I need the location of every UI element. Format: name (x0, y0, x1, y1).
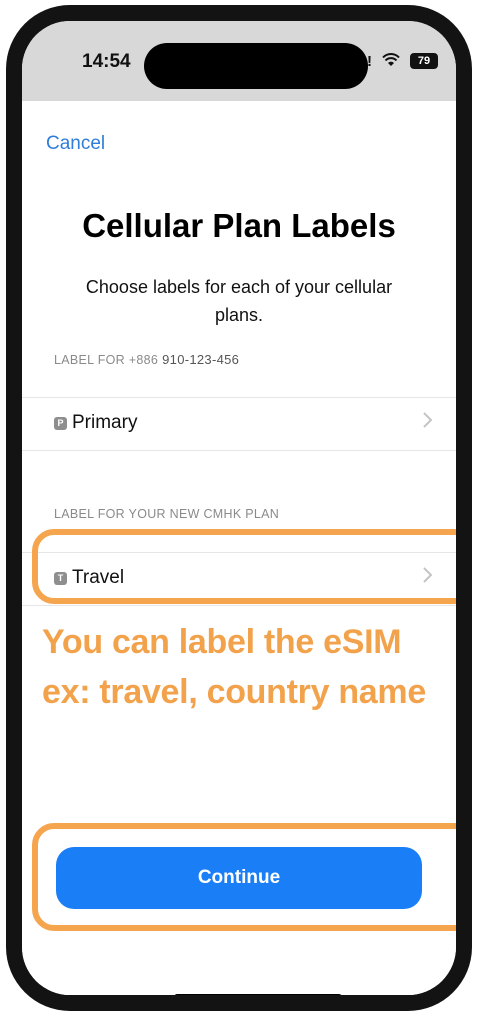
battery-icon: 79 (410, 53, 438, 69)
page-subtitle: Choose labels for each of your cellular … (85, 277, 393, 325)
page-title: Cellular Plan Labels (82, 207, 396, 244)
section-header-text: LABEL FOR +886 (54, 353, 159, 367)
status-time: 14:54 (82, 51, 131, 72)
highlight-box-continue (32, 823, 456, 931)
section-header-text: LABEL FOR YOUR NEW CMHK PLAN (54, 507, 280, 521)
wifi-icon (382, 51, 400, 72)
section-header-new-plan: LABEL FOR YOUR NEW CMHK PLAN (54, 507, 279, 521)
home-indicator (174, 994, 342, 995)
cancel-button[interactable]: Cancel (46, 133, 105, 155)
phone-number: 910-123-456 (162, 352, 240, 367)
highlight-box-travel (32, 529, 456, 604)
annotation-line-2: ex: travel, country name (42, 673, 426, 711)
phone-frame: 14:54 ! 79 Cancel Cellular Plan Labels C… (6, 5, 472, 1011)
annotation-line-1: You can label the eSIM (42, 623, 402, 661)
plan-label-primary: Primary (72, 412, 138, 433)
section-header-primary: LABEL FOR +886 910-123-456 (54, 352, 239, 367)
label-badge-icon: P (54, 417, 67, 430)
plan-row-primary[interactable]: P Primary (22, 397, 456, 451)
signal-icon: ! (367, 53, 372, 70)
screen: 14:54 ! 79 Cancel Cellular Plan Labels C… (22, 21, 456, 995)
chevron-right-icon (423, 411, 433, 434)
dynamic-island (144, 43, 368, 89)
status-bar: 14:54 ! 79 (22, 21, 456, 101)
